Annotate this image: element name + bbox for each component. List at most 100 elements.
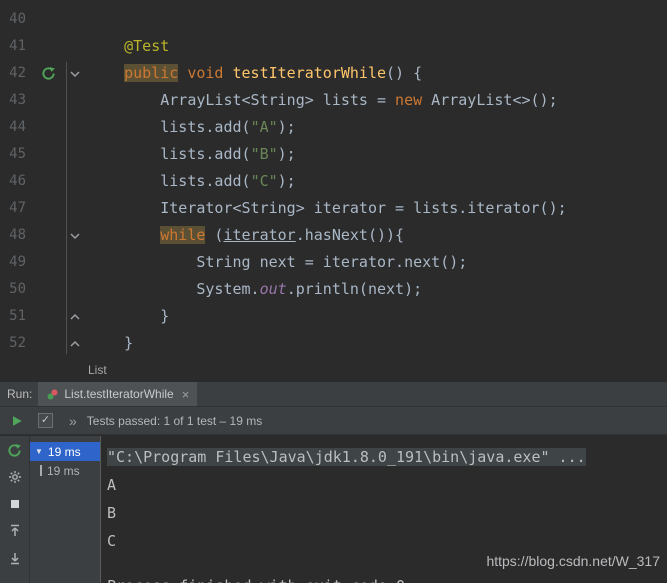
code-token[interactable]: while [160, 226, 206, 244]
code-text[interactable]: Iterator<String> iterator = lists.iterat… [88, 195, 566, 222]
console-text[interactable]: "C:\Program Files\Java\jdk1.8.0_191\bin\… [107, 448, 586, 466]
run-test-gutter-icon[interactable] [34, 60, 62, 87]
watermark: https://blog.csdn.net/W_317 [486, 553, 660, 569]
code-token[interactable]: ArrayList<String> lists = [88, 91, 395, 109]
gutter-fold-column [62, 6, 88, 33]
run-toolbar: ✓ » Tests passed: 1 of 1 test – 19 ms [0, 407, 667, 435]
code-token[interactable]: String next = iterator.next(); [88, 253, 467, 271]
console-text[interactable]: B [107, 504, 116, 522]
settings-gear-icon[interactable] [7, 469, 23, 485]
code-token[interactable]: @Test [124, 37, 169, 55]
line-number[interactable]: 45 [0, 141, 34, 168]
code-token[interactable]: iterator [223, 226, 295, 244]
code-token[interactable]: "A" [251, 118, 278, 136]
code-token[interactable]: () { [386, 64, 422, 82]
rerun-test-button[interactable] [11, 415, 23, 427]
console-line[interactable]: "C:\Program Files\Java\jdk1.8.0_191\bin\… [107, 443, 667, 471]
breadcrumb: List [0, 358, 667, 382]
code-text[interactable]: while (iterator.hasNext()){ [88, 222, 404, 249]
code-token[interactable]: public [124, 64, 179, 82]
gutter-run-column [34, 330, 62, 357]
code-token[interactable]: void [187, 64, 232, 82]
gutter-run-column [34, 303, 62, 330]
console-text[interactable]: A [107, 476, 116, 494]
code-token[interactable] [178, 64, 187, 82]
arrow-down-icon[interactable] [7, 550, 23, 566]
close-tab-icon[interactable]: × [182, 387, 190, 402]
gutter-run-column [34, 249, 62, 276]
code-token[interactable]: testIteratorWhile [233, 64, 387, 82]
test-class-icon [46, 388, 59, 401]
line-number[interactable]: 41 [0, 33, 34, 60]
code-text[interactable]: lists.add("A"); [88, 114, 296, 141]
code-token[interactable]: new [395, 91, 422, 109]
console-line[interactable]: C [107, 527, 667, 555]
line-number[interactable]: 43 [0, 87, 34, 114]
run-tab[interactable]: List.testIteratorWhile × [38, 382, 198, 406]
code-token[interactable]: System. [88, 280, 259, 298]
code-editor[interactable]: 40 41 @Test 42 public void testIteratorWhi… [0, 0, 667, 358]
code-text[interactable]: public void testIteratorWhile() { [88, 60, 422, 87]
code-token[interactable]: ArrayList<>(); [422, 91, 557, 109]
code-token[interactable]: .println(next); [287, 280, 422, 298]
code-token[interactable] [88, 37, 124, 55]
code-text[interactable]: String next = iterator.next(); [88, 249, 467, 276]
line-number[interactable]: 44 [0, 114, 34, 141]
console-text[interactable]: C [107, 532, 116, 550]
line-number[interactable]: 48 [0, 222, 34, 249]
code-text[interactable]: ArrayList<String> lists = new ArrayList<… [88, 87, 557, 114]
line-number[interactable]: 42 [0, 60, 34, 87]
code-token[interactable]: } [88, 307, 169, 325]
console-text[interactable]: Process finished with exit code 0 [107, 577, 405, 583]
breadcrumb-class[interactable]: List [88, 363, 107, 377]
code-token[interactable]: .hasNext()){ [296, 226, 404, 244]
code-text[interactable]: System.out.println(next); [88, 276, 422, 303]
code-token[interactable]: ); [278, 172, 296, 190]
code-token[interactable]: "B" [251, 145, 278, 163]
check-icon: ✓ [40, 414, 51, 426]
code-token[interactable]: ); [278, 118, 296, 136]
code-text[interactable]: lists.add("B"); [88, 141, 296, 168]
line-number[interactable]: 47 [0, 195, 34, 222]
code-token[interactable]: ( [205, 226, 223, 244]
test-status-text: Tests passed: 1 of 1 test – 19 ms [86, 413, 263, 428]
test-tree-panel[interactable]: ▼ 19 ms 19 ms [30, 436, 101, 583]
run-panel-header: Run: List.testIteratorWhile × [0, 382, 667, 407]
code-token[interactable] [88, 64, 124, 82]
line-number[interactable]: 51 [0, 303, 34, 330]
rerun-tests-icon[interactable] [7, 442, 23, 458]
editor-line: 47 Iterator<String> iterator = lists.ite… [0, 195, 667, 222]
gutter-run-column [34, 195, 62, 222]
code-token[interactable]: lists.add( [88, 145, 250, 163]
editor-line: 50 System.out.println(next); [0, 276, 667, 303]
test-case-row[interactable]: 19 ms [30, 461, 100, 480]
code-token[interactable]: lists.add( [88, 172, 250, 190]
code-token[interactable]: "C" [251, 172, 278, 190]
code-token[interactable]: } [88, 334, 133, 352]
code-text[interactable]: @Test [88, 33, 169, 60]
test-results-root-row[interactable]: ▼ 19 ms [30, 442, 100, 461]
arrow-up-icon[interactable] [7, 523, 23, 539]
line-number[interactable]: 40 [0, 6, 34, 33]
run-tab-title: List.testIteratorWhile [64, 387, 174, 401]
code-token[interactable]: Iterator<String> iterator = lists.iterat… [88, 199, 566, 217]
double-chevron-icon[interactable]: » [69, 413, 77, 429]
code-text[interactable]: lists.add("C"); [88, 168, 296, 195]
editor-line: 51 } [0, 303, 667, 330]
code-token[interactable]: ); [278, 145, 296, 163]
chevron-down-icon[interactable]: ▼ [35, 447, 43, 456]
stop-icon[interactable] [7, 496, 23, 512]
console-line[interactable]: A [107, 471, 667, 499]
line-number[interactable]: 52 [0, 330, 34, 357]
code-token[interactable]: lists.add( [88, 118, 250, 136]
console-line[interactable]: B [107, 499, 667, 527]
line-number[interactable]: 46 [0, 168, 34, 195]
console-line[interactable]: Process finished with exit code 0 [107, 577, 667, 583]
code-text[interactable]: } [88, 330, 133, 357]
code-text[interactable]: } [88, 303, 169, 330]
line-number[interactable]: 49 [0, 249, 34, 276]
code-token[interactable] [88, 226, 160, 244]
show-passed-checkbox[interactable]: ✓ [38, 413, 53, 428]
line-number[interactable]: 50 [0, 276, 34, 303]
code-token[interactable]: out [260, 280, 287, 298]
